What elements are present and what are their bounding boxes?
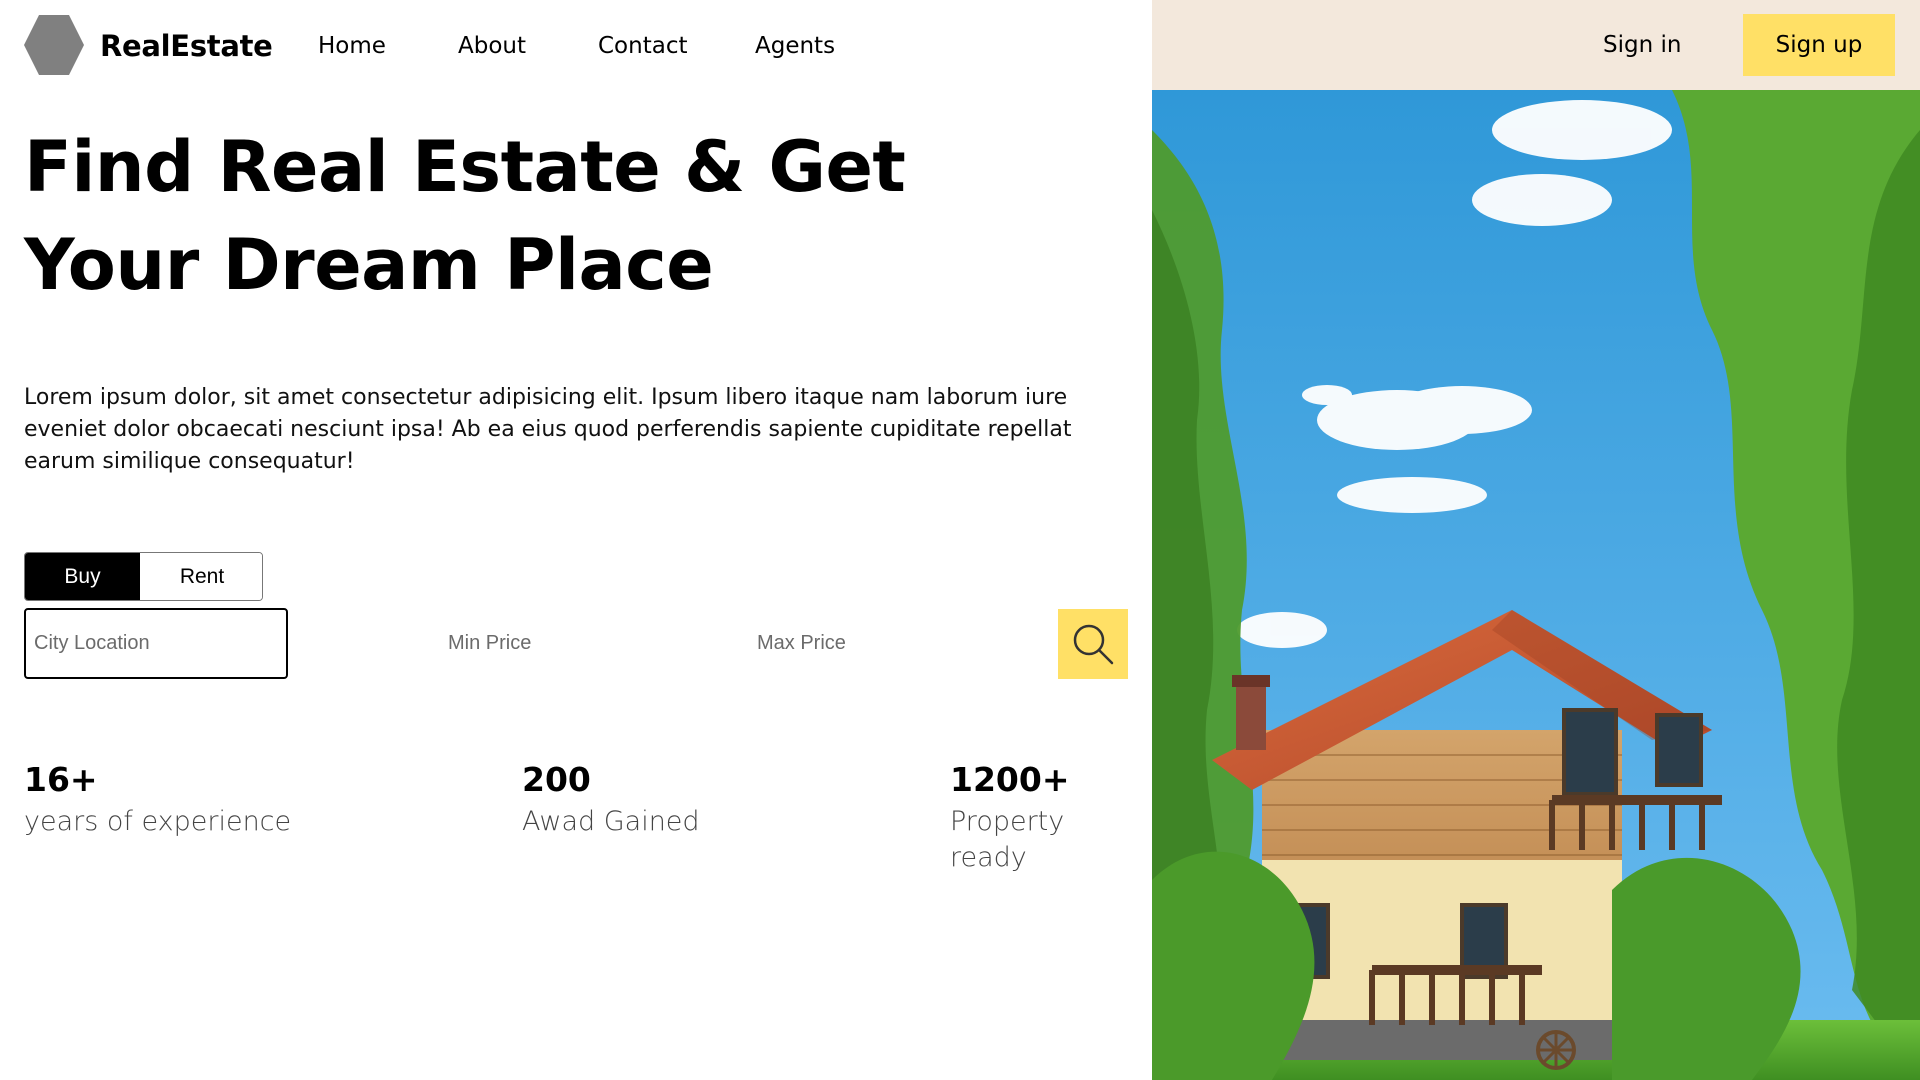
sign-up-button[interactable]: Sign up — [1743, 14, 1895, 76]
search-form — [24, 608, 1129, 680]
search-icon — [1073, 624, 1114, 665]
top-navigation: RealEstate Home About Contact Agents — [0, 0, 1152, 90]
landing-page: RealEstate Home About Contact Agents Fin… — [0, 0, 1920, 1080]
right-panel: Sign in Sign up — [1152, 0, 1920, 1080]
stat-number: 16+ — [24, 760, 98, 799]
nav-link-about[interactable]: About — [458, 30, 526, 62]
city-location-input[interactable] — [24, 608, 288, 679]
stat-experience: 16+ years of experience — [24, 760, 291, 840]
nav-link-agents[interactable]: Agents — [755, 30, 835, 62]
stat-number: 1200+ — [950, 760, 1070, 799]
house-illustration — [1152, 90, 1920, 1080]
nav-link-contact[interactable]: Contact — [598, 30, 687, 62]
hero-house-image — [1152, 90, 1920, 1080]
min-price-input[interactable] — [448, 620, 668, 666]
sign-in-link[interactable]: Sign in — [1603, 28, 1681, 62]
stat-label: Awad Gained — [522, 806, 700, 837]
brand-name: RealEstate — [100, 29, 273, 63]
stat-label: Property ready — [950, 806, 1065, 873]
hero-title: Find Real Estate & Get Your Dream Place — [24, 126, 906, 306]
stat-properties: 1200+ Property ready — [950, 760, 1129, 876]
search-button[interactable] — [1058, 609, 1128, 679]
left-panel: RealEstate Home About Contact Agents Fin… — [0, 0, 1152, 1080]
nav-link-home[interactable]: Home — [318, 30, 386, 62]
stat-label: years of experience — [24, 806, 292, 837]
buy-tab[interactable]: Buy — [25, 553, 140, 600]
stats-section: 16+ years of experience 200 Awad Gained … — [24, 760, 1129, 873]
logo-hexagon-icon — [24, 15, 84, 75]
hero-description: Lorem ipsum dolor, sit amet consectetur … — [24, 385, 1072, 474]
stat-number: 200 — [522, 760, 591, 799]
buy-rent-toggle: Buy Rent — [24, 552, 263, 601]
rent-tab[interactable]: Rent — [140, 553, 262, 600]
auth-bar: Sign in Sign up — [1152, 0, 1920, 90]
stat-awards: 200 Awad Gained — [522, 760, 700, 840]
max-price-input[interactable] — [757, 620, 977, 666]
